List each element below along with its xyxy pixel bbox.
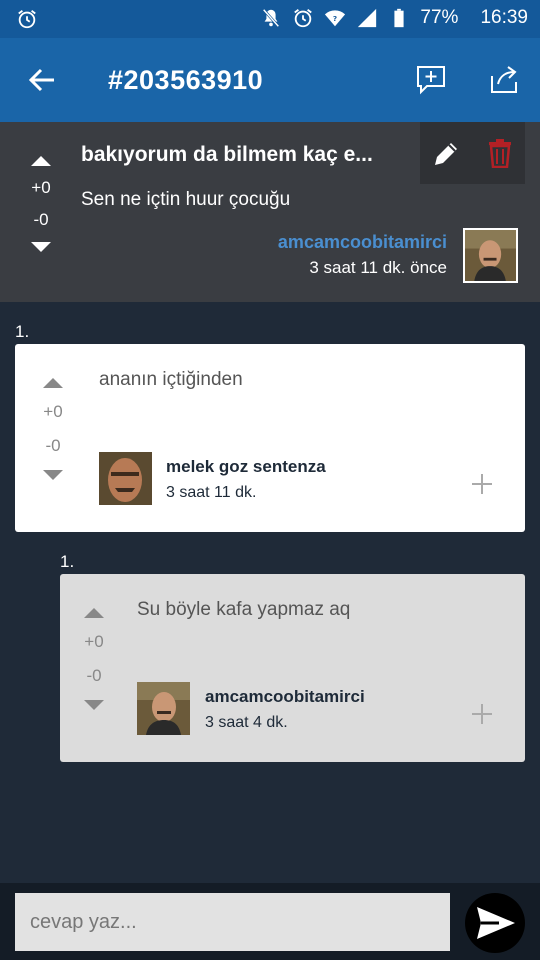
- signal-icon: [358, 8, 377, 28]
- comment-time: 3 saat 4 dk.: [205, 714, 288, 731]
- downvote-arrow-icon[interactable]: [31, 242, 51, 252]
- downvote-count: -0: [45, 436, 61, 455]
- post-author[interactable]: amcamcoobitamirci: [278, 232, 447, 253]
- downvote-arrow-icon[interactable]: [84, 700, 104, 710]
- upvote-arrow-icon[interactable]: [43, 378, 63, 388]
- comment-card: +0 -0 ananın içtiğinden melek goz senten…: [15, 344, 525, 532]
- comment-author[interactable]: melek goz sentenza: [166, 457, 326, 477]
- comment-time: 3 saat 11 dk.: [166, 484, 257, 501]
- comment-vote-controls: +0 -0: [43, 378, 63, 480]
- upvote-count: +0: [31, 178, 51, 197]
- post-actions: [420, 122, 525, 184]
- alarm-icon: [294, 9, 313, 28]
- edit-pencil-icon[interactable]: [430, 138, 462, 170]
- send-button[interactable]: [465, 893, 525, 953]
- post-time: 3 saat 11 dk. önce: [309, 258, 447, 277]
- avatar[interactable]: [463, 228, 518, 283]
- post-vote-controls: +0 -0: [26, 156, 56, 252]
- post-body: Sen ne içtin huur çocuğu: [81, 189, 291, 210]
- battery-level: 77%: [420, 7, 459, 28]
- add-reply-icon[interactable]: [472, 704, 492, 724]
- comment-text: ananın içtiğinden: [99, 369, 243, 390]
- post-title: bakıyorum da bilmem kaç e...: [81, 143, 373, 166]
- comment-author[interactable]: amcamcoobitamirci: [205, 687, 365, 707]
- original-post: +0 -0 bakıyorum da bilmem kaç e... Sen n…: [0, 122, 540, 302]
- notifications-off-icon: [263, 8, 280, 28]
- page-title: #203563910: [108, 65, 264, 95]
- downvote-arrow-icon[interactable]: [43, 470, 63, 480]
- upvote-count: +0: [84, 632, 104, 651]
- upvote-arrow-icon[interactable]: [31, 156, 51, 166]
- downvote-count: -0: [33, 210, 49, 229]
- comment-number: 1.: [60, 552, 75, 571]
- status-bar: ? 77% 16:39: [0, 0, 540, 38]
- reply-bar: [0, 883, 540, 960]
- share-icon[interactable]: [487, 62, 521, 96]
- battery-icon: [394, 8, 405, 28]
- avatar[interactable]: [137, 682, 190, 735]
- upvote-arrow-icon[interactable]: [84, 608, 104, 618]
- comment-number: 1.: [15, 322, 30, 341]
- comment-vote-controls: +0 -0: [84, 608, 104, 710]
- clock: 16:39: [480, 7, 528, 28]
- comment-card: +0 -0 Su böyle kafa yapmaz aq amcamcoobi…: [60, 574, 525, 762]
- svg-text:?: ?: [333, 14, 337, 23]
- add-reply-icon[interactable]: [472, 474, 492, 494]
- app-bar: #203563910: [0, 38, 540, 122]
- delete-trash-icon[interactable]: [486, 138, 514, 168]
- downvote-count: -0: [86, 666, 102, 685]
- send-icon: [477, 907, 515, 939]
- back-arrow-icon[interactable]: [26, 64, 58, 96]
- add-comment-icon[interactable]: [414, 62, 448, 96]
- alarm-icon: [16, 8, 38, 35]
- upvote-count: +0: [43, 402, 63, 421]
- reply-input[interactable]: [15, 893, 450, 951]
- wifi-icon: ?: [325, 10, 346, 27]
- avatar[interactable]: [99, 452, 152, 505]
- comment-text: Su böyle kafa yapmaz aq: [137, 599, 351, 620]
